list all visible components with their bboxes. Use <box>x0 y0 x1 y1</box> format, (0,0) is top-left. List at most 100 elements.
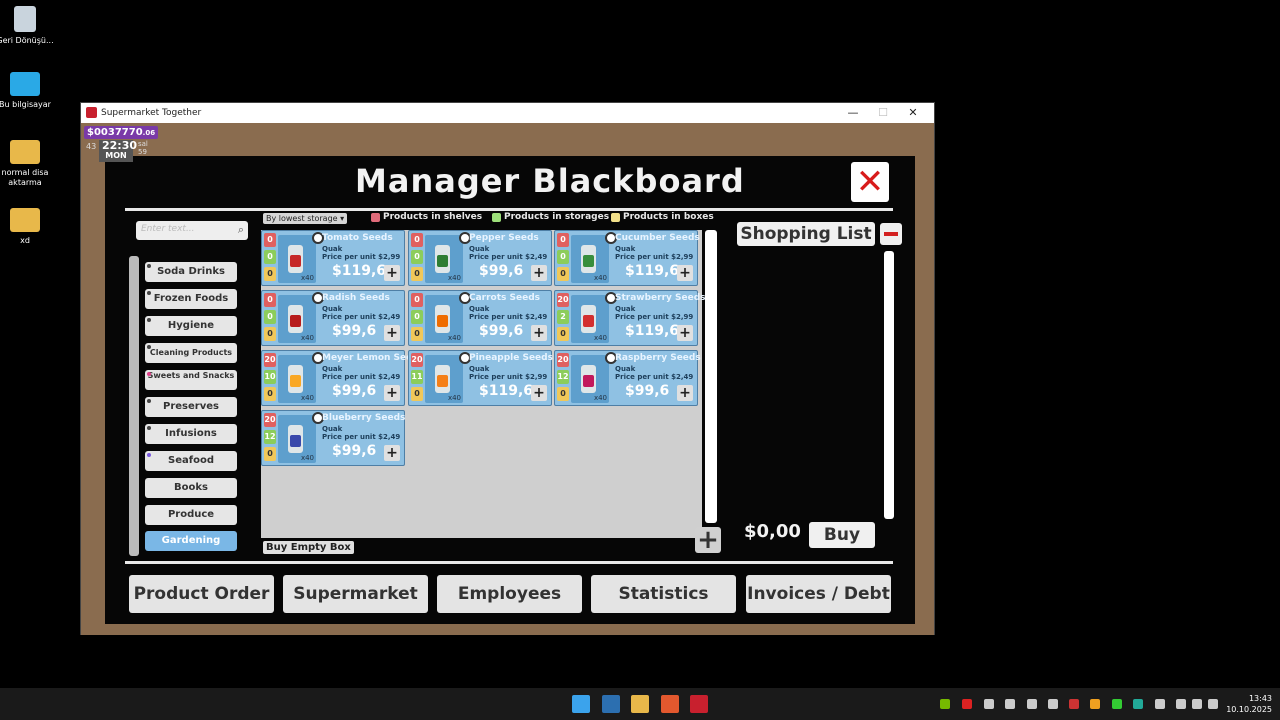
legend-boxes: Products in boxes <box>611 212 714 222</box>
category-hygiene[interactable]: Hygiene <box>145 316 237 336</box>
start-icon[interactable] <box>572 695 590 713</box>
tray-steam-icon[interactable] <box>1005 699 1015 709</box>
desktop-icon-this-pc[interactable]: Bu bilgisayar <box>0 72 55 110</box>
tray-app-icon[interactable] <box>984 699 994 709</box>
box-price: $119,6 <box>625 323 680 339</box>
brave-browser-icon[interactable] <box>661 695 679 713</box>
desktop-icon-folder-xd[interactable]: xd <box>0 208 55 246</box>
category-frozen-foods[interactable]: Frozen Foods <box>145 289 237 309</box>
add-to-list-button[interactable]: + <box>677 325 693 341</box>
product-card[interactable]: 20 12 0 x40 Raspberry Seeds Quak Price per uni… <box>554 350 701 406</box>
file-explorer-icon[interactable] <box>631 695 649 713</box>
product-card[interactable]: 0 0 0 x40 Pepper Seeds Quak Price per unit $2,… <box>408 230 552 286</box>
add-to-list-button[interactable]: + <box>384 385 400 401</box>
product-grid-scrollbar[interactable] <box>705 230 717 523</box>
nav-invoices-debt[interactable]: Invoices / Debt <box>746 575 891 613</box>
product-card[interactable]: 20 12 0 x40 Blueberry Seeds Quak Price per uni… <box>261 410 405 466</box>
category-produce[interactable]: Produce <box>145 505 237 525</box>
close-board-button[interactable]: ✕ <box>851 162 889 202</box>
battery-icon[interactable] <box>1208 699 1218 709</box>
nav-product-order[interactable]: Product Order <box>129 575 274 613</box>
product-card[interactable]: 0 0 0 x40 Cucumber Seeds Quak Price per unit $… <box>554 230 700 286</box>
product-brand: Quak <box>322 305 343 313</box>
category-books[interactable]: Books <box>145 478 237 498</box>
product-name: Blueberry Seeds <box>322 413 406 423</box>
tray-power-icon[interactable] <box>1069 699 1079 709</box>
nav-supermarket[interactable]: Supermarket <box>283 575 428 613</box>
product-card[interactable]: 0 0 0 x40 Carrots Seeds Quak Price per unit $2… <box>408 290 552 346</box>
search-input[interactable]: Enter text... ⌕ <box>136 221 248 240</box>
product-image: x40 <box>425 232 471 283</box>
box-price: $99,6 <box>332 383 377 399</box>
window-titlebar[interactable]: Supermarket Together — ☐ ✕ <box>81 103 934 123</box>
tray-record-icon[interactable] <box>962 699 972 709</box>
add-to-list-button[interactable]: + <box>677 265 693 281</box>
tray-app2-icon[interactable] <box>1090 699 1100 709</box>
product-brand: Quak <box>615 245 636 253</box>
shelves-count: 20 <box>264 353 276 367</box>
tray-nvidia-icon[interactable] <box>940 699 950 709</box>
add-to-list-button[interactable]: + <box>531 325 547 341</box>
legend-shelves: Products in shelves <box>371 212 482 222</box>
taskbar-clock[interactable]: 13:43 10.10.2025 <box>1222 693 1272 715</box>
tray-shield-icon[interactable] <box>1133 699 1143 709</box>
boxes-count: 0 <box>557 267 569 281</box>
window-title: Supermarket Together <box>101 108 202 118</box>
boxes-count: 0 <box>557 327 569 341</box>
clear-shopping-list-button[interactable] <box>880 223 902 245</box>
product-card[interactable]: 0 0 0 x40 Radish Seeds Quak Price per unit $2,… <box>261 290 405 346</box>
desktop-icon-folder-export[interactable]: normal disa aktarma <box>0 140 55 188</box>
supermarket-together-icon[interactable] <box>690 695 708 713</box>
maximize-button[interactable]: ☐ <box>868 103 898 123</box>
tray-chevron-icon[interactable] <box>1027 699 1037 709</box>
pack-quantity: x40 <box>300 274 314 282</box>
desktop-icon-label: normal disa aktarma <box>1 168 49 187</box>
board-title: Manager Blackboard <box>355 162 745 200</box>
pack-quantity: x40 <box>593 394 607 402</box>
category-preserves[interactable]: Preserves <box>145 397 237 417</box>
product-card[interactable]: 20 10 0 x40 Meyer Lemon Seeds Quak Price per u… <box>261 350 424 406</box>
product-card[interactable]: 20 11 0 x40 Pineapple Seeds Quak Price per uni… <box>408 350 553 406</box>
category-cleaning-products[interactable]: Cleaning Products <box>145 343 237 363</box>
minimize-button[interactable]: — <box>838 103 868 123</box>
search-icon[interactable]: ⌕ <box>238 223 244 237</box>
add-to-list-button[interactable]: + <box>677 385 693 401</box>
category-seafood[interactable]: Seafood <box>145 451 237 471</box>
product-card[interactable]: 20 2 0 x40 Strawberry Seeds Quak Price per uni… <box>554 290 706 346</box>
shelves-count: 20 <box>411 353 423 367</box>
category-sweets-and-snacks[interactable]: Sweets and Snacks <box>145 370 237 390</box>
sort-dropdown[interactable]: By lowest storage ▾ <box>263 213 348 224</box>
product-image: x40 <box>571 352 617 403</box>
product-brand: Quak <box>615 365 636 373</box>
shopping-list-scrollbar[interactable] <box>884 251 894 519</box>
add-to-list-button[interactable]: + <box>384 265 400 281</box>
add-product-button[interactable]: + <box>695 527 721 553</box>
add-to-list-button[interactable]: + <box>531 265 547 281</box>
widgets-icon[interactable] <box>602 695 620 713</box>
close-window-button[interactable]: ✕ <box>898 103 928 123</box>
add-to-list-button[interactable]: + <box>384 445 400 461</box>
folder-icon <box>10 208 40 232</box>
category-gardening[interactable]: Gardening <box>145 531 237 551</box>
network-icon[interactable] <box>1176 699 1186 709</box>
category-infusions[interactable]: Infusions <box>145 424 237 444</box>
desktop-icon-recycle-bin[interactable]: Geri Dönüşü... <box>0 6 55 46</box>
product-card[interactable]: 0 0 0 x40 Tomato Seeds Quak Price per unit $2,… <box>261 230 405 286</box>
add-to-list-button[interactable]: + <box>384 325 400 341</box>
product-brand: Quak <box>469 245 490 253</box>
buy-button[interactable]: Buy <box>809 522 875 548</box>
microphone-icon[interactable] <box>1155 699 1165 709</box>
nav-employees[interactable]: Employees <box>437 575 582 613</box>
buy-empty-box-button[interactable]: Buy Empty Box <box>263 541 354 554</box>
tray-app3-icon[interactable] <box>1112 699 1122 709</box>
tray-settings-icon[interactable] <box>1048 699 1058 709</box>
storage-count: 12 <box>264 430 276 444</box>
nav-statistics[interactable]: Statistics <box>591 575 736 613</box>
add-to-list-button[interactable]: + <box>531 385 547 401</box>
pack-quantity: x40 <box>300 454 314 462</box>
volume-icon[interactable] <box>1192 699 1202 709</box>
product-image: x40 <box>278 352 324 403</box>
product-grid: 0 0 0 x40 Tomato Seeds Quak Price per unit $2,… <box>261 230 706 538</box>
box-price: $119,6 <box>332 263 387 279</box>
category-soda-drinks[interactable]: Soda Drinks <box>145 262 237 282</box>
